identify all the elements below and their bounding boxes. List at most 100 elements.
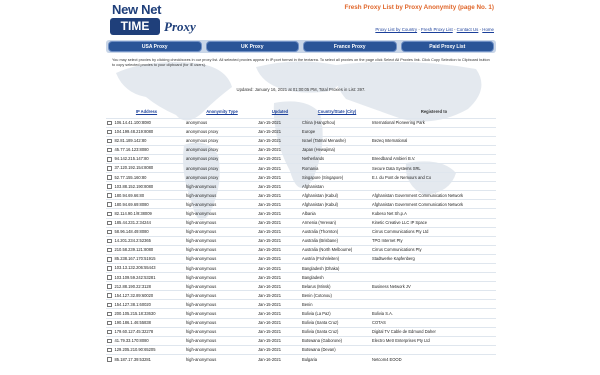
row-select-checkbox[interactable]	[107, 293, 112, 298]
cell-ip-address: 82.114.90.1/9:38009	[106, 209, 186, 218]
cell-ip-address: 129.205.210.90:65205	[106, 345, 186, 354]
row-select-checkbox[interactable]	[107, 129, 112, 135]
row-select-checkbox[interactable]	[107, 120, 112, 126]
row-select-checkbox[interactable]	[107, 157, 112, 162]
col-updated[interactable]: Updated	[258, 106, 302, 118]
updated-status: Updated: January 16, 2021 at 01:00:05 PM…	[236, 87, 366, 92]
site-logo[interactable]: New Net TIME Proxy	[106, 2, 202, 38]
row-select-checkbox[interactable]	[107, 329, 112, 335]
ip-port-text: 190.186.1.46:55838	[114, 320, 151, 326]
cell-anonymity-type: high-anonymous	[186, 201, 217, 207]
cell-anonymity-type: high-anonymous	[186, 265, 217, 271]
col-ip-address[interactable]: IP Address	[106, 106, 186, 118]
cell-ip-address: 37.120.192.154:8080	[106, 163, 186, 172]
table-row: 104.199.48.219:8080 anonymous proxy Jan-15…	[106, 127, 496, 136]
row-select-checkbox[interactable]	[107, 175, 112, 180]
cell-ip-address: 103.13.132.206:55443	[106, 264, 186, 273]
cell-updated: Jan-15-2021	[258, 329, 281, 335]
cell-registered-to: E.I. du Pont de Nemours and Co	[372, 174, 432, 180]
cell-country-state: Benin	[302, 301, 313, 307]
cell-country-state: Afghanistan (Kabul)	[302, 192, 338, 198]
row-select-checkbox[interactable]	[107, 302, 112, 307]
cell-registered-to: Afghanistan Government Communication Net…	[372, 192, 464, 198]
cell-registered-to: Electro Metr Enterprises Pty Ltd	[372, 338, 430, 344]
row-select-checkbox[interactable]	[107, 347, 112, 353]
cell-country-state: Bolivia (Santa Cruz)	[302, 320, 339, 326]
table-row: 180.94.69.69:8080 high-anonymous Jan-15-20…	[106, 199, 496, 209]
col-country-state[interactable]: Country/State (City)	[302, 106, 372, 118]
tab-france-proxy[interactable]: France Proxy	[303, 41, 397, 52]
tab-usa-proxy[interactable]: USA Proxy	[108, 41, 202, 52]
cell-registered-to	[372, 145, 496, 154]
row-select-checkbox[interactable]	[107, 357, 112, 362]
cell-ip-address: 180.94.69.66:80	[106, 191, 186, 200]
cell-ip-address: 85.238.167.170:51915	[106, 254, 186, 263]
ip-port-text: 104.199.48.219:8080	[114, 129, 154, 135]
cell-anonymity-type: high-anonymous	[186, 274, 217, 280]
tab-paid-proxy-list[interactable]: Paid Proxy List	[400, 41, 494, 52]
link-contact-us[interactable]: Contact Us	[457, 27, 479, 32]
row-select-checkbox[interactable]	[107, 338, 112, 344]
row-select-checkbox[interactable]	[107, 247, 112, 253]
logo-box-text: TIME	[120, 19, 150, 33]
row-select-checkbox[interactable]	[107, 220, 112, 226]
ip-port-text: 82.81.189.142:80	[114, 138, 147, 144]
table-row: 14.201.234.2:52365 high-anonymous Jan-15-2…	[106, 236, 496, 245]
cell-ip-address: 106.14.41.100:8080	[106, 118, 186, 127]
row-select-checkbox[interactable]	[107, 184, 112, 189]
cell-country-state: Afghanistan (Kabul)	[302, 201, 338, 207]
link-home[interactable]: Home	[482, 27, 494, 32]
cell-updated: Jan-15-2021	[258, 274, 281, 280]
row-select-checkbox[interactable]	[107, 320, 112, 326]
row-select-checkbox[interactable]	[107, 193, 112, 198]
cell-registered-to: Afghanistan Government Communication Net…	[372, 201, 464, 207]
row-select-checkbox[interactable]	[107, 138, 112, 144]
cell-registered-to: Bezeq International	[372, 138, 408, 144]
cell-country-state: Netherlands	[302, 156, 325, 162]
row-select-checkbox[interactable]	[107, 147, 112, 153]
row-select-checkbox[interactable]	[107, 229, 112, 235]
cell-ip-address: 200.105.215.18:33630	[106, 309, 186, 318]
cell-updated: Jan-15-2021	[258, 165, 281, 171]
ip-port-text: 37.120.192.154:8080	[114, 165, 154, 171]
row-select-checkbox[interactable]	[107, 284, 112, 289]
cell-country-state: Bangladesh (Dhaka)	[302, 265, 340, 271]
row-select-checkbox[interactable]	[107, 266, 112, 271]
cell-country-state: China (Hangzhou)	[302, 120, 336, 126]
cell-updated: Jan-15-2021	[258, 174, 281, 180]
ip-port-text: 154.127.38.1:60020	[114, 301, 151, 307]
table-row: 37.120.192.154:8080 anonymous proxy Jan-15…	[106, 163, 496, 172]
row-select-checkbox[interactable]	[107, 166, 112, 171]
cell-anonymity-type: anonymous	[186, 120, 208, 126]
cell-country-state: Israel (Tatmal Menashe)	[302, 138, 346, 144]
cell-registered-to: Cirrus Communications Pty Ltd	[372, 229, 429, 235]
top-links: Proxy List by Country - Fresh Proxy List…	[375, 27, 494, 32]
cell-country-state: Botswana (Gaborone)	[302, 338, 343, 344]
cell-registered-to: Kubeso Net Sh.p.A	[372, 210, 407, 216]
cell-anonymity-type: anonymous proxy	[186, 156, 219, 162]
cell-registered-to	[372, 127, 496, 136]
cell-country-state: Australia (Thornton)	[302, 229, 339, 235]
cell-registered-to	[372, 300, 496, 309]
ip-port-text: 154.127.32.89:60020	[114, 292, 154, 298]
row-select-checkbox[interactable]	[107, 257, 112, 262]
link-proxy-list-by-country[interactable]: Proxy List by Country	[375, 27, 417, 32]
cell-anonymity-type: high-anonymous	[186, 210, 217, 216]
row-select-checkbox[interactable]	[107, 211, 112, 217]
ip-port-text: 41.79.33.170:8080	[114, 338, 149, 344]
cell-registered-to: Digital TV Cable de Edmund Daher	[372, 329, 436, 335]
row-select-checkbox[interactable]	[107, 202, 112, 207]
row-select-checkbox[interactable]	[107, 311, 112, 317]
link-fresh-proxy-list[interactable]: Fresh Proxy List	[421, 27, 453, 32]
table-row: 82.81.189.142:80 anonymous proxy Jan-15-20…	[106, 136, 496, 145]
row-select-checkbox[interactable]	[107, 238, 112, 244]
cell-updated: Jan-15-2021	[258, 210, 281, 216]
ip-port-text: 212.88.190.22:3128	[114, 283, 151, 289]
table-row: 58.96.148.49:8080 high-anonymous Jan-15-20…	[106, 227, 496, 236]
tab-uk-proxy[interactable]: UK Proxy	[205, 41, 299, 52]
row-select-checkbox[interactable]	[107, 275, 112, 280]
cell-anonymity-type: high-anonymous	[186, 356, 217, 362]
logo-script-text: Proxy	[164, 19, 196, 34]
cell-updated: Jan-15-2021	[258, 238, 281, 244]
col-anonymity-type[interactable]: Anonymity Type	[186, 106, 258, 118]
